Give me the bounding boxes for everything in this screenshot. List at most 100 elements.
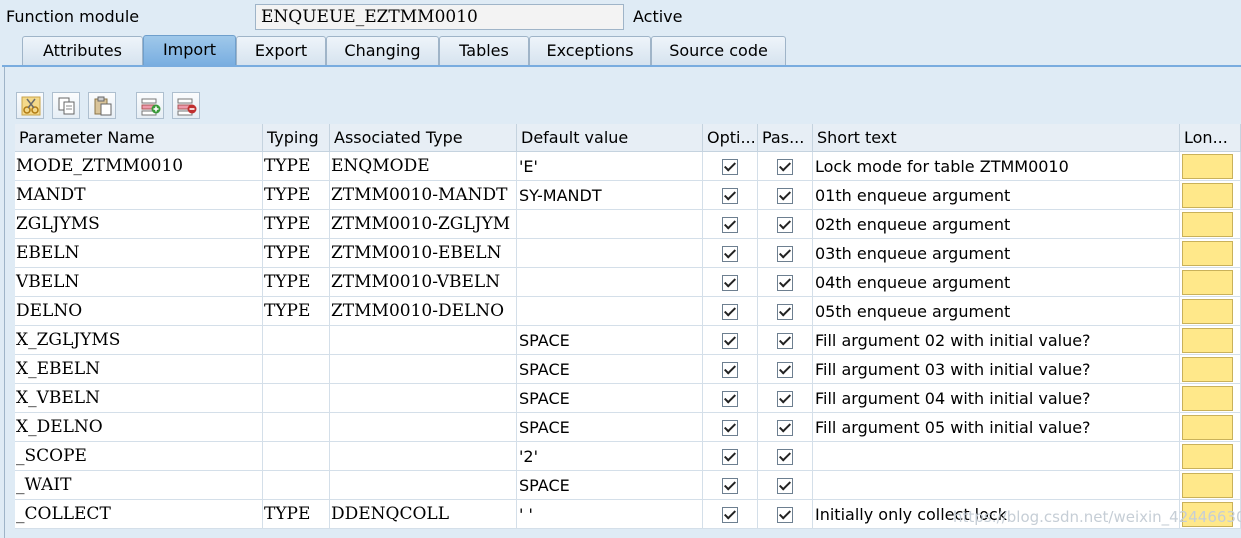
tab-import[interactable]: Import	[143, 35, 236, 66]
optional-checkbox[interactable]	[722, 332, 738, 349]
column-header-short-text[interactable]: Short text	[813, 124, 1180, 152]
long-text-button[interactable]	[1182, 183, 1233, 208]
pass-value-checkbox[interactable]	[777, 506, 793, 523]
long-text-button[interactable]	[1182, 212, 1233, 237]
parameter-name-cell[interactable]: X_VBELN	[15, 384, 263, 413]
tab-source-code[interactable]: Source code	[651, 36, 786, 65]
default-value-cell[interactable]: 'E'	[517, 152, 703, 181]
pass-value-checkbox[interactable]	[777, 332, 793, 349]
pass-value-checkbox[interactable]	[777, 448, 793, 465]
long-text-button[interactable]	[1182, 270, 1233, 295]
column-header-default-value[interactable]: Default value	[517, 124, 703, 152]
table-row[interactable]: MODE_ZTMM0010 TYPE ENQMODE 'E' Lock mode for…	[15, 152, 1241, 181]
optional-checkbox[interactable]	[722, 390, 738, 407]
typing-cell[interactable]: TYPE	[263, 239, 330, 268]
parameter-name-cell[interactable]: X_DELNO	[15, 413, 263, 442]
parameter-name-cell[interactable]: _WAIT	[15, 471, 263, 500]
typing-cell[interactable]	[263, 442, 330, 471]
optional-checkbox[interactable]	[722, 361, 738, 378]
default-value-cell[interactable]: SY-MANDT	[517, 181, 703, 210]
long-text-button[interactable]	[1182, 299, 1233, 324]
table-row[interactable]: EBELN TYPE ZTMM0010-EBELN 03th enqueue argu…	[15, 239, 1241, 268]
typing-cell[interactable]	[263, 413, 330, 442]
long-text-button[interactable]	[1182, 328, 1233, 353]
long-text-button[interactable]	[1182, 241, 1233, 266]
column-header-long-text[interactable]: Lon...	[1180, 124, 1241, 152]
table-row[interactable]: _SCOPE '2'	[15, 442, 1241, 471]
associated-type-cell[interactable]: ZTMM0010-DELNO	[330, 297, 517, 326]
associated-type-cell[interactable]	[330, 442, 517, 471]
insert-row-button[interactable]	[136, 92, 164, 119]
tab-exceptions[interactable]: Exceptions	[529, 36, 651, 65]
column-header-associated-type[interactable]: Associated Type	[330, 124, 517, 152]
typing-cell[interactable]	[263, 384, 330, 413]
typing-cell[interactable]: TYPE	[263, 297, 330, 326]
optional-checkbox[interactable]	[722, 187, 738, 204]
pass-value-checkbox[interactable]	[777, 158, 793, 175]
default-value-cell[interactable]	[517, 239, 703, 268]
parameter-name-cell[interactable]: X_EBELN	[15, 355, 263, 384]
table-row[interactable]: DELNO TYPE ZTMM0010-DELNO 05th enqueue argu…	[15, 297, 1241, 326]
short-text-cell[interactable]: Fill argument 02 with initial value?	[813, 326, 1180, 355]
table-row[interactable]: X_ZGLJYMS SPACE Fill argument 02 with init…	[15, 326, 1241, 355]
short-text-cell[interactable]: 04th enqueue argument	[813, 268, 1180, 297]
default-value-cell[interactable]: ' '	[517, 500, 703, 529]
parameter-name-cell[interactable]: _COLLECT	[15, 500, 263, 529]
typing-cell[interactable]: TYPE	[263, 500, 330, 529]
short-text-cell[interactable]: Fill argument 03 with initial value?	[813, 355, 1180, 384]
associated-type-cell[interactable]: DDENQCOLL	[330, 500, 517, 529]
short-text-cell[interactable]: 02th enqueue argument	[813, 210, 1180, 239]
table-row[interactable]: X_VBELN SPACE Fill argument 04 with initia…	[15, 384, 1241, 413]
short-text-cell[interactable]: 05th enqueue argument	[813, 297, 1180, 326]
optional-checkbox[interactable]	[722, 448, 738, 465]
pass-value-checkbox[interactable]	[777, 419, 793, 436]
associated-type-cell[interactable]: ZTMM0010-MANDT	[330, 181, 517, 210]
pass-value-checkbox[interactable]	[777, 187, 793, 204]
pass-value-checkbox[interactable]	[777, 361, 793, 378]
typing-cell[interactable]: TYPE	[263, 181, 330, 210]
associated-type-cell[interactable]: ZTMM0010-VBELN	[330, 268, 517, 297]
default-value-cell[interactable]	[517, 268, 703, 297]
short-text-cell[interactable]: 01th enqueue argument	[813, 181, 1180, 210]
short-text-cell[interactable]: 03th enqueue argument	[813, 239, 1180, 268]
optional-checkbox[interactable]	[722, 245, 738, 262]
copy-button[interactable]	[52, 92, 80, 119]
parameter-name-cell[interactable]: ZGLJYMS	[15, 210, 263, 239]
table-row[interactable]: X_DELNO SPACE Fill argument 05 with initia…	[15, 413, 1241, 442]
pass-value-checkbox[interactable]	[777, 303, 793, 320]
table-row[interactable]: VBELN TYPE ZTMM0010-VBELN 04th enqueue argu…	[15, 268, 1241, 297]
function-module-name-field[interactable]: ENQUEUE_EZTMM0010	[255, 4, 624, 30]
associated-type-cell[interactable]	[330, 355, 517, 384]
optional-checkbox[interactable]	[722, 216, 738, 233]
long-text-button[interactable]	[1182, 154, 1233, 179]
parameter-name-cell[interactable]: MODE_ZTMM0010	[15, 152, 263, 181]
table-row[interactable]: MANDT TYPE ZTMM0010-MANDT SY-MANDT 01th enqu…	[15, 181, 1241, 210]
typing-cell[interactable]: TYPE	[263, 268, 330, 297]
pass-value-checkbox[interactable]	[777, 216, 793, 233]
parameter-name-cell[interactable]: MANDT	[15, 181, 263, 210]
pass-value-checkbox[interactable]	[777, 274, 793, 291]
table-row[interactable]: _WAIT SPACE	[15, 471, 1241, 500]
short-text-cell[interactable]	[813, 442, 1180, 471]
default-value-cell[interactable]: SPACE	[517, 384, 703, 413]
default-value-cell[interactable]: '2'	[517, 442, 703, 471]
parameter-name-cell[interactable]: _SCOPE	[15, 442, 263, 471]
associated-type-cell[interactable]: ENQMODE	[330, 152, 517, 181]
associated-type-cell[interactable]	[330, 413, 517, 442]
column-header-parameter-name[interactable]: Parameter Name	[15, 124, 263, 152]
table-row[interactable]: X_EBELN SPACE Fill argument 03 with initia…	[15, 355, 1241, 384]
optional-checkbox[interactable]	[722, 158, 738, 175]
long-text-button[interactable]	[1182, 415, 1233, 440]
typing-cell[interactable]: TYPE	[263, 210, 330, 239]
parameter-name-cell[interactable]: EBELN	[15, 239, 263, 268]
associated-type-cell[interactable]	[330, 471, 517, 500]
typing-cell[interactable]	[263, 355, 330, 384]
optional-checkbox[interactable]	[722, 419, 738, 436]
optional-checkbox[interactable]	[722, 274, 738, 291]
short-text-cell[interactable]: Fill argument 04 with initial value?	[813, 384, 1180, 413]
tab-attributes[interactable]: Attributes	[22, 36, 143, 65]
short-text-cell[interactable]: Lock mode for table ZTMM0010	[813, 152, 1180, 181]
column-header-optional[interactable]: Opti...	[703, 124, 758, 152]
associated-type-cell[interactable]: ZTMM0010-ZGLJYM	[330, 210, 517, 239]
typing-cell[interactable]	[263, 326, 330, 355]
